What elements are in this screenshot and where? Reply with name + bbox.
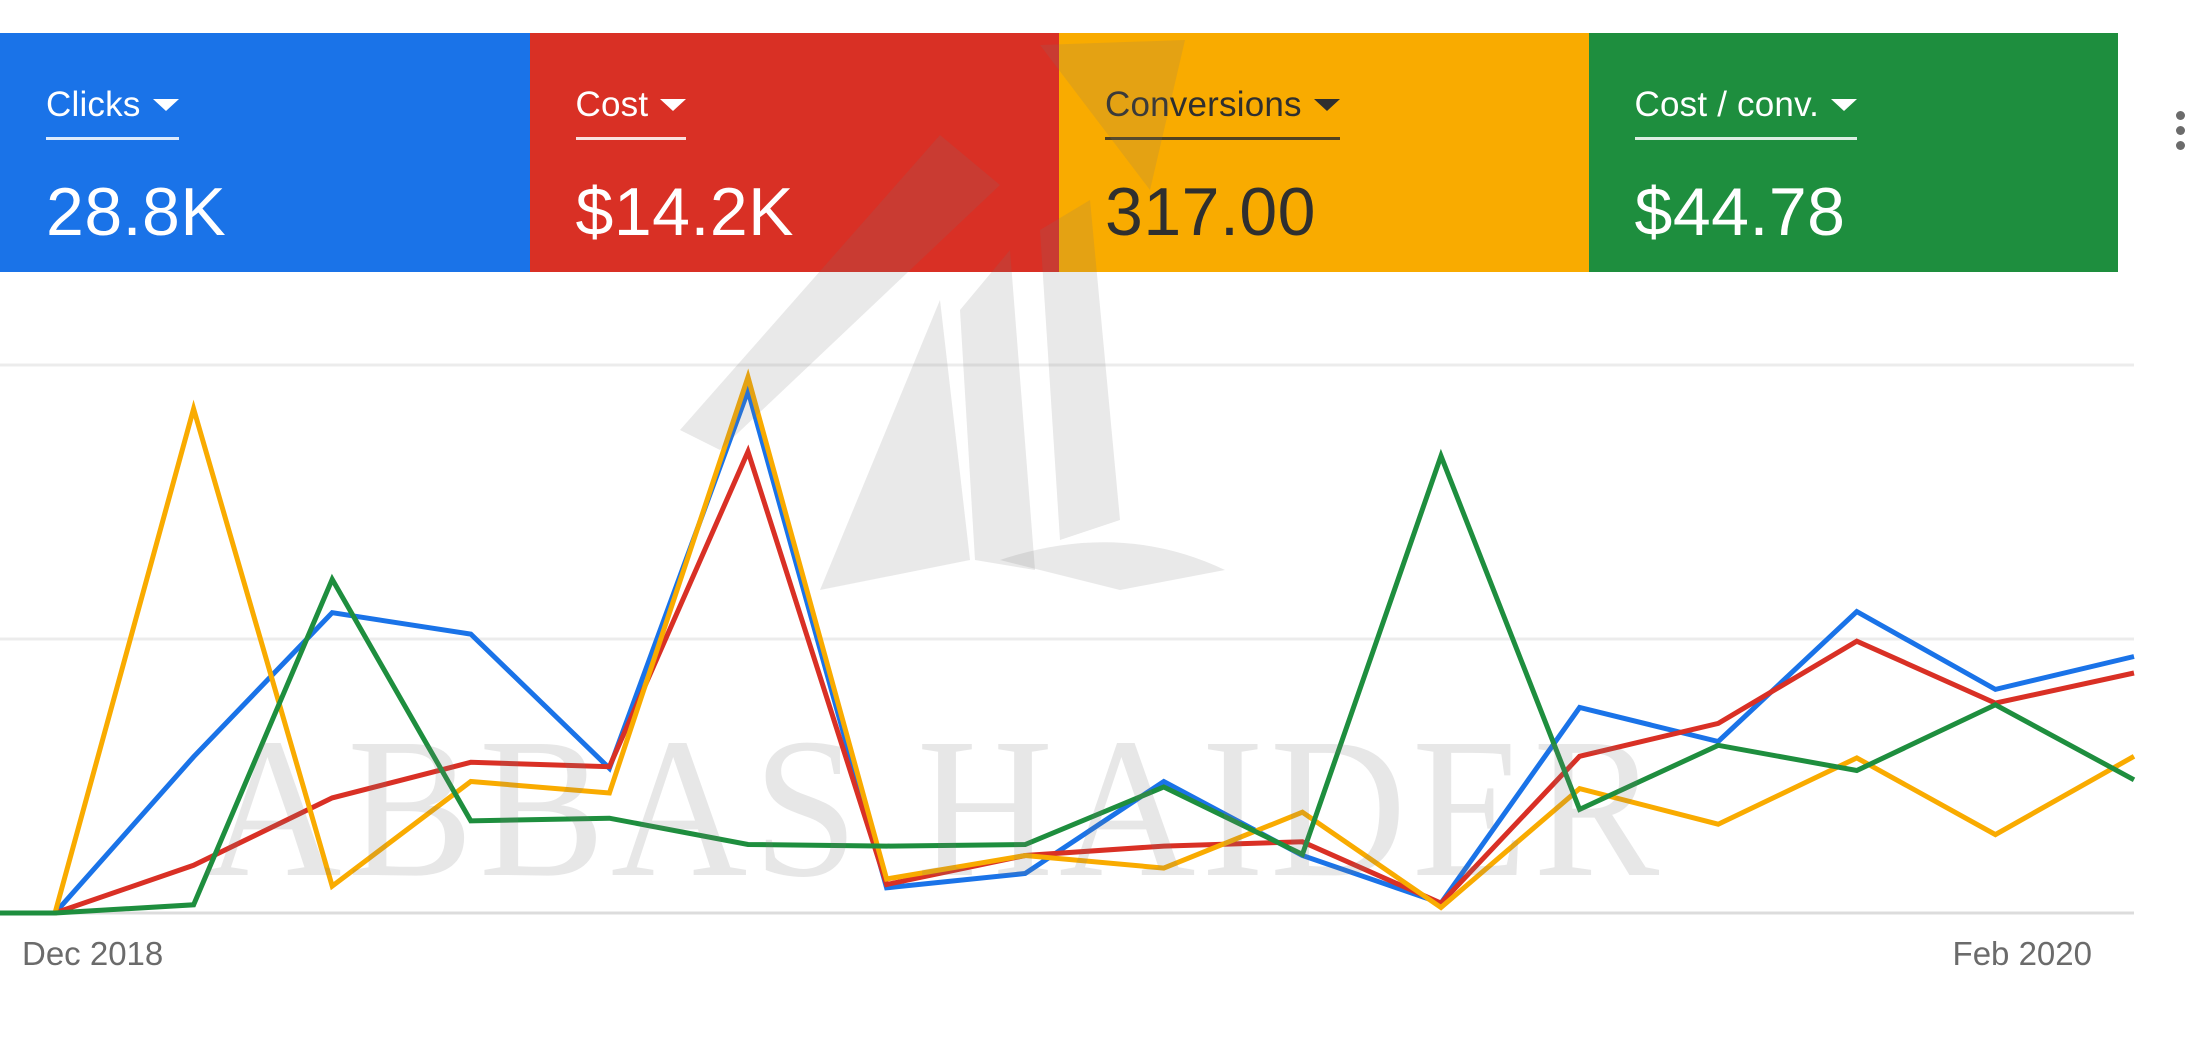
chart-series xyxy=(0,368,2136,916)
x-axis: Dec 2018 Feb 2020 xyxy=(22,935,2092,972)
series-line-conversions xyxy=(0,368,2136,916)
performance-line-chart: Dec 2018 Feb 2020 xyxy=(0,363,2136,972)
series-line-clicks xyxy=(0,382,2135,916)
x-tick-label-end: Feb 2020 xyxy=(1953,935,2092,972)
chart-grid xyxy=(0,363,2134,915)
x-tick-label-start: Dec 2018 xyxy=(22,935,163,972)
